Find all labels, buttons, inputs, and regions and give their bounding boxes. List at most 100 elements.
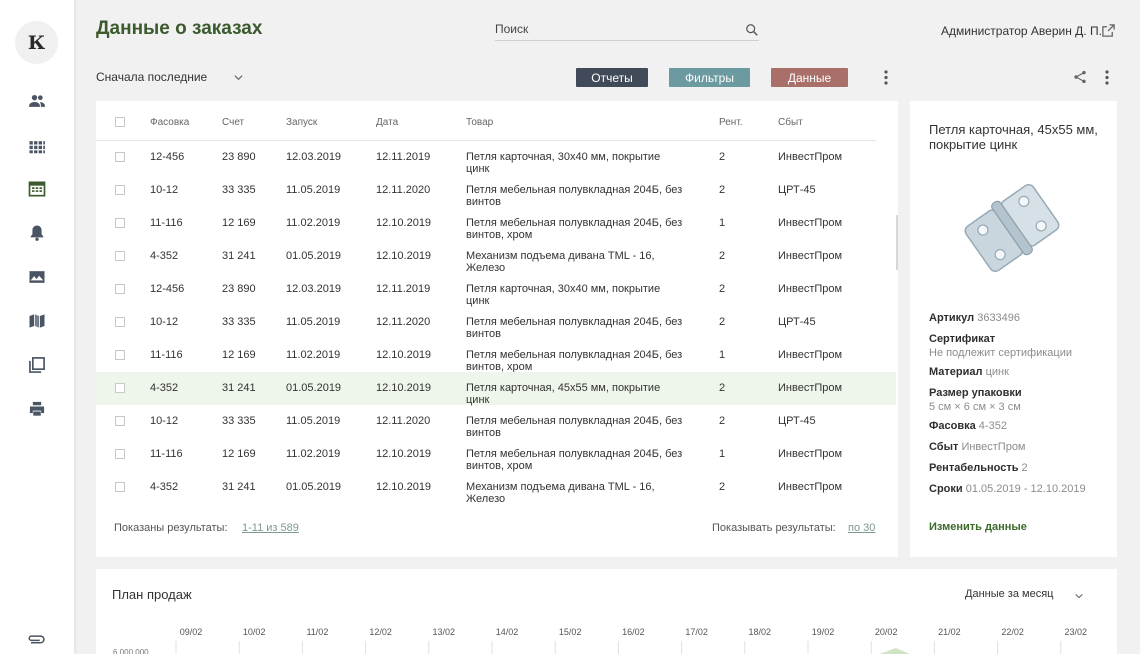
product-title: Петля карточная, 45х55 мм, покрытие цинк <box>929 122 1098 152</box>
library-icon[interactable] <box>26 354 48 376</box>
grid-icon[interactable] <box>26 136 48 158</box>
cell-sales: ИнвестПром <box>778 382 843 394</box>
row-checkbox[interactable] <box>115 218 125 228</box>
reports-button[interactable]: Отчеты <box>576 68 648 87</box>
cell-rent: 1 <box>719 217 726 229</box>
cell-sales: ИнвестПром <box>778 283 843 295</box>
x-tick-label: 09/02 <box>180 627 203 637</box>
cell-pack: 11-116 <box>150 448 183 460</box>
map-icon[interactable] <box>26 310 48 332</box>
table-row[interactable]: 10-12 33 335 11.05.2019 12.11.2020 Петля меб… <box>96 174 896 208</box>
column-header[interactable]: Сбыт <box>778 117 803 128</box>
user-name[interactable]: Администратор Аверин Д. П. <box>941 24 1102 38</box>
table-row[interactable]: 4-352 31 241 01.05.2019 12.10.2019 Механизм … <box>96 240 896 274</box>
cell-product: Петля мебельная полувкладная 204Б, без в… <box>466 217 683 241</box>
table-row[interactable]: 11-116 12 169 11.02.2019 12.10.2019 Петля ме… <box>96 207 896 241</box>
more-options-icon[interactable] <box>884 70 888 85</box>
cell-pack: 11-116 <box>150 217 183 229</box>
column-header[interactable]: Запуск <box>286 117 317 128</box>
cell-date: 12.10.2019 <box>376 382 432 394</box>
app-logo[interactable]: К <box>15 21 58 64</box>
table-row[interactable]: 11-116 12 169 11.02.2019 12.10.2019 Петля ме… <box>96 339 896 373</box>
cell-product: Петля карточная, 45х55 мм, покрытие цинк <box>466 382 661 406</box>
row-checkbox[interactable] <box>115 284 125 294</box>
column-header[interactable]: Счет <box>222 117 244 128</box>
cell-launch: 01.05.2019 <box>286 481 342 493</box>
table-row[interactable]: 11-116 12 169 11.02.2019 12.10.2019 Петля ме… <box>96 438 896 472</box>
column-header[interactable]: Дата <box>376 117 398 128</box>
sort-dropdown[interactable]: Сначала последние <box>96 70 244 84</box>
period-dropdown[interactable]: Данные за месяц <box>965 588 1053 600</box>
sidebar: К <box>0 0 74 654</box>
table-row[interactable]: 4-352 31 241 01.05.2019 12.10.2019 Петля кар… <box>96 372 896 406</box>
external-link-icon[interactable] <box>1101 23 1116 38</box>
per-page-link[interactable]: по 30 <box>848 522 875 534</box>
share-icon[interactable] <box>1073 70 1087 84</box>
x-tick-label: 19/02 <box>812 627 835 637</box>
row-checkbox[interactable] <box>115 185 125 195</box>
cell-sales: ИнвестПром <box>778 250 843 262</box>
detail-field: Размер упаковки 5 см × 6 см × 3 см <box>929 386 1109 414</box>
x-tick-label: 12/02 <box>369 627 392 637</box>
cell-launch: 01.05.2019 <box>286 250 342 262</box>
cell-pack: 12-456 <box>150 283 185 295</box>
table-row[interactable]: 12-456 23 890 12.03.2019 12.11.2019 Петля ка… <box>96 273 896 307</box>
cell-pack: 12-456 <box>150 151 185 163</box>
edit-data-link[interactable]: Изменить данные <box>929 521 1027 533</box>
row-checkbox[interactable] <box>115 482 125 492</box>
cell-sales: ЦРТ-45 <box>778 415 816 427</box>
table-row[interactable]: 10-12 33 335 11.05.2019 12.11.2020 Петля меб… <box>96 306 896 340</box>
bell-icon[interactable] <box>26 222 48 244</box>
row-checkbox[interactable] <box>115 449 125 459</box>
row-checkbox[interactable] <box>115 317 125 327</box>
detail-field-label: Артикул <box>929 312 975 324</box>
data-button[interactable]: Данные <box>771 68 848 87</box>
row-checkbox[interactable] <box>115 383 125 393</box>
detail-field-value: 4-352 <box>978 420 1007 432</box>
table-row[interactable]: 12-456 23 890 12.03.2019 12.11.2019 Петля ка… <box>96 141 896 175</box>
column-header[interactable]: Товар <box>466 117 493 128</box>
table-row[interactable]: 4-352 31 241 01.05.2019 12.10.2019 Механизм … <box>96 471 896 505</box>
cell-account: 31 241 <box>222 481 256 493</box>
x-tick-label: 15/02 <box>559 627 582 637</box>
cell-product: Петля карточная, 30х40 мм, покрытие цинк <box>466 151 661 175</box>
detail-field: Рентабельность 2 <box>929 461 1109 475</box>
chevron-down-icon <box>234 74 243 80</box>
search-icon[interactable] <box>745 23 759 37</box>
x-tick-label: 22/02 <box>1001 627 1024 637</box>
cell-pack: 11-116 <box>150 349 183 361</box>
print-icon[interactable] <box>26 398 48 420</box>
cell-sales: ЦРТ-45 <box>778 316 816 328</box>
cell-account: 31 241 <box>222 382 256 394</box>
filters-button[interactable]: Фильтры <box>669 68 750 87</box>
row-checkbox[interactable] <box>115 350 125 360</box>
people-icon[interactable] <box>26 90 48 112</box>
chevron-down-icon[interactable] <box>1074 591 1084 601</box>
more-options-icon[interactable] <box>1105 70 1109 85</box>
cell-rent: 2 <box>719 151 726 163</box>
detail-field-value: ИнвестПром <box>961 441 1026 453</box>
column-header[interactable]: Рент. <box>719 117 743 128</box>
select-all-checkbox[interactable] <box>115 117 125 127</box>
row-checkbox[interactable] <box>115 251 125 261</box>
cell-date: 12.11.2020 <box>376 415 431 427</box>
detail-field-value: Не подлежит сертификации <box>929 347 1073 359</box>
column-header[interactable]: Фасовка <box>150 117 189 128</box>
table-view-icon[interactable] <box>26 178 48 200</box>
x-tick-label: 21/02 <box>938 627 961 637</box>
hinge-image <box>964 183 1060 273</box>
table-scrollbar[interactable] <box>896 215 898 270</box>
cell-account: 12 169 <box>222 448 256 460</box>
product-detail-panel: Петля карточная, 45х55 мм, покрытие цинк… <box>910 101 1117 557</box>
results-shown-label: Показаны результаты: <box>114 522 228 534</box>
cell-pack: 10-12 <box>150 316 179 328</box>
results-range-link[interactable]: 1-11 из 589 <box>242 522 299 534</box>
row-checkbox[interactable] <box>115 416 125 426</box>
detail-field: Артикул 3633496 <box>929 311 1109 325</box>
attachment-icon[interactable] <box>26 632 46 646</box>
image-icon[interactable] <box>26 266 48 288</box>
table-row[interactable]: 10-12 33 335 11.05.2019 12.11.2020 Петля меб… <box>96 405 896 439</box>
row-checkbox[interactable] <box>115 152 125 162</box>
cell-sales: ИнвестПром <box>778 349 843 361</box>
search-input[interactable] <box>495 22 735 36</box>
